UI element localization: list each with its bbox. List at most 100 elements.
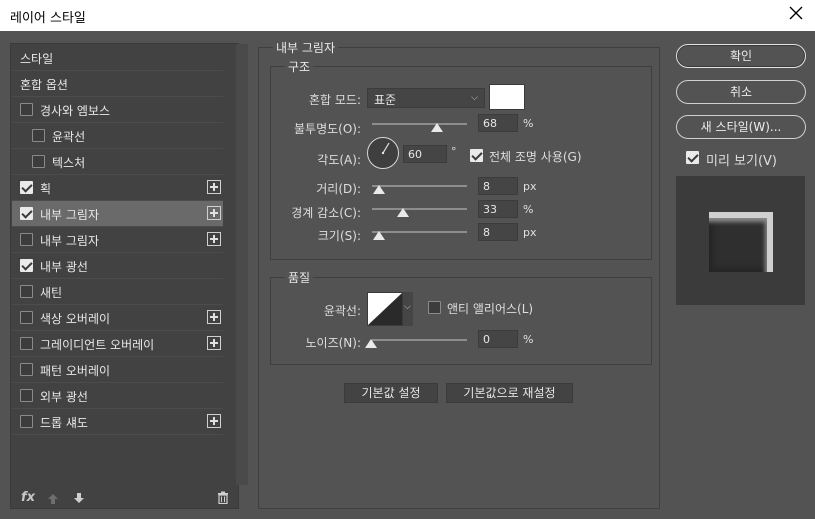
opacity-input[interactable]: 68 <box>478 114 518 132</box>
trash-icon[interactable] <box>217 491 229 504</box>
size-input[interactable]: 8 <box>478 223 518 241</box>
quality-group: 품질 윤곽선: ⌵ 앤티 앨리어스(L) 노이즈(N): 0 % <box>270 269 652 365</box>
add-effect-icon[interactable] <box>207 336 221 350</box>
opacity-unit: % <box>523 117 534 130</box>
global-light-label: 전체 조명 사용(G) <box>489 150 582 164</box>
arrow-up-icon[interactable] <box>47 493 59 505</box>
titlebar: 레이어 스타일 <box>0 0 815 31</box>
contour-picker[interactable] <box>367 292 403 326</box>
style-item[interactable]: 혼합 옵션 <box>12 71 223 97</box>
close-icon[interactable] <box>787 4 805 22</box>
style-item-label: 외부 광선 <box>40 390 88 404</box>
add-effect-icon[interactable] <box>207 232 221 246</box>
add-effect-icon[interactable] <box>207 414 221 428</box>
size-label: 크기(S): <box>317 229 361 243</box>
preview-label: 미리 보기(V) <box>706 154 778 169</box>
new-style-button[interactable]: 새 스타일(W)... <box>676 115 806 139</box>
style-item[interactable]: 스타일 <box>12 45 223 71</box>
style-item[interactable]: 그레이디언트 오버레이 <box>12 331 223 357</box>
inner-shadow-group: 내부 그림자 구조 혼합 모드: 표준 ⌵ 불투명도(O): 68 % 각도(A… <box>258 39 660 509</box>
style-item-checkbox[interactable] <box>32 129 45 142</box>
angle-label: 각도(A): <box>317 153 361 167</box>
style-item[interactable]: 획 <box>12 175 223 201</box>
style-item-checkbox[interactable] <box>32 155 45 168</box>
style-item-checkbox[interactable] <box>20 233 33 246</box>
style-item-checkbox[interactable] <box>20 103 33 116</box>
style-item-checkbox[interactable] <box>20 311 33 324</box>
style-item[interactable]: 경사와 엠보스 <box>12 97 223 123</box>
choke-input[interactable]: 33 <box>478 200 518 218</box>
antialias-label: 앤티 앨리어스(L) <box>447 302 534 316</box>
contour-linear-icon <box>368 293 402 325</box>
chevron-down-icon: ⌵ <box>404 302 411 312</box>
global-light-checkbox[interactable] <box>470 149 483 162</box>
angle-dial-indicator <box>381 142 390 155</box>
opacity-slider[interactable] <box>372 123 467 125</box>
style-item-label: 내부 그림자 <box>40 208 100 222</box>
cancel-button[interactable]: 취소 <box>676 80 806 104</box>
distance-input[interactable]: 8 <box>478 177 518 195</box>
opacity-label: 불투명도(O): <box>293 122 361 136</box>
style-item-label: 그레이디언트 오버레이 <box>40 338 155 352</box>
make-default-button[interactable]: 기본값 설정 <box>344 383 438 403</box>
angle-input[interactable]: 60 <box>403 145 447 163</box>
angle-dial[interactable] <box>367 137 399 169</box>
noise-slider[interactable] <box>372 339 467 341</box>
style-item[interactable]: 외부 광선 <box>12 383 223 409</box>
style-item-checkbox[interactable] <box>20 363 33 376</box>
quality-legend: 품질 <box>285 269 314 286</box>
shadow-color-swatch[interactable] <box>489 84 525 110</box>
distance-slider-thumb[interactable] <box>373 185 385 194</box>
style-item[interactable]: 새틴 <box>12 279 223 305</box>
window-title: 레이어 스타일 <box>10 11 86 26</box>
ok-button[interactable]: 확인 <box>676 44 806 68</box>
size-unit: px <box>523 226 537 239</box>
style-item-checkbox[interactable] <box>20 259 33 272</box>
style-item-label: 색상 오버레이 <box>40 312 111 326</box>
style-item-checkbox[interactable] <box>20 337 33 350</box>
blend-mode-value: 표준 <box>374 93 397 107</box>
styles-scrollbar[interactable] <box>236 44 248 485</box>
add-effect-icon[interactable] <box>207 206 221 220</box>
choke-slider[interactable] <box>372 208 467 210</box>
style-item-label: 혼합 옵션 <box>20 78 68 92</box>
dialog-body: 스타일 혼합 옵션 경사와 엠보스 윤곽선 텍스처 획 내부 그림자 내부 그림자 내부 광선 새… <box>0 31 815 519</box>
arrow-down-icon[interactable] <box>73 492 85 504</box>
contour-dropdown[interactable]: ⌵ <box>403 292 413 326</box>
styles-list: 스타일 혼합 옵션 경사와 엠보스 윤곽선 텍스처 획 내부 그림자 내부 그림자 내부 광선 새… <box>10 43 248 509</box>
style-item-label: 새틴 <box>40 286 63 300</box>
noise-input[interactable]: 0 <box>478 330 518 348</box>
structure-legend: 구조 <box>285 58 314 75</box>
style-item-checkbox[interactable] <box>20 181 33 194</box>
reset-default-button[interactable]: 기본값으로 재설정 <box>446 383 573 403</box>
style-item-checkbox[interactable] <box>20 415 33 428</box>
style-item-checkbox[interactable] <box>20 207 33 220</box>
inner-shadow-title: 내부 그림자 <box>273 39 339 56</box>
style-item[interactable]: 색상 오버레이 <box>12 305 223 331</box>
add-effect-icon[interactable] <box>207 180 221 194</box>
antialias-checkbox[interactable] <box>428 301 441 314</box>
add-effect-icon[interactable] <box>207 310 221 324</box>
size-slider[interactable] <box>372 231 467 233</box>
style-item[interactable]: 드롭 섀도 <box>12 409 223 435</box>
blend-mode-select[interactable]: 표준 ⌵ <box>367 88 485 108</box>
style-item[interactable]: 텍스처 <box>12 149 223 175</box>
style-item-label: 스타일 <box>20 52 54 66</box>
distance-unit: px <box>523 180 537 193</box>
preview-checkbox[interactable] <box>686 151 699 164</box>
style-item[interactable]: 내부 광선 <box>12 253 223 279</box>
style-item[interactable]: 윤곽선 <box>12 123 223 149</box>
angle-unit: ° <box>451 145 457 158</box>
style-item[interactable]: 내부 그림자 <box>12 201 223 227</box>
style-item[interactable]: 내부 그림자 <box>12 227 223 253</box>
style-item[interactable]: 패턴 오버레이 <box>12 357 223 383</box>
opacity-slider-thumb[interactable] <box>431 123 443 132</box>
style-preview <box>676 176 805 305</box>
choke-slider-thumb[interactable] <box>397 208 409 217</box>
noise-slider-thumb[interactable] <box>365 339 377 348</box>
distance-slider[interactable] <box>372 185 467 187</box>
style-item-checkbox[interactable] <box>20 389 33 402</box>
size-slider-thumb[interactable] <box>373 231 385 240</box>
fx-icon[interactable]: fx <box>21 490 35 505</box>
style-item-checkbox[interactable] <box>20 285 33 298</box>
